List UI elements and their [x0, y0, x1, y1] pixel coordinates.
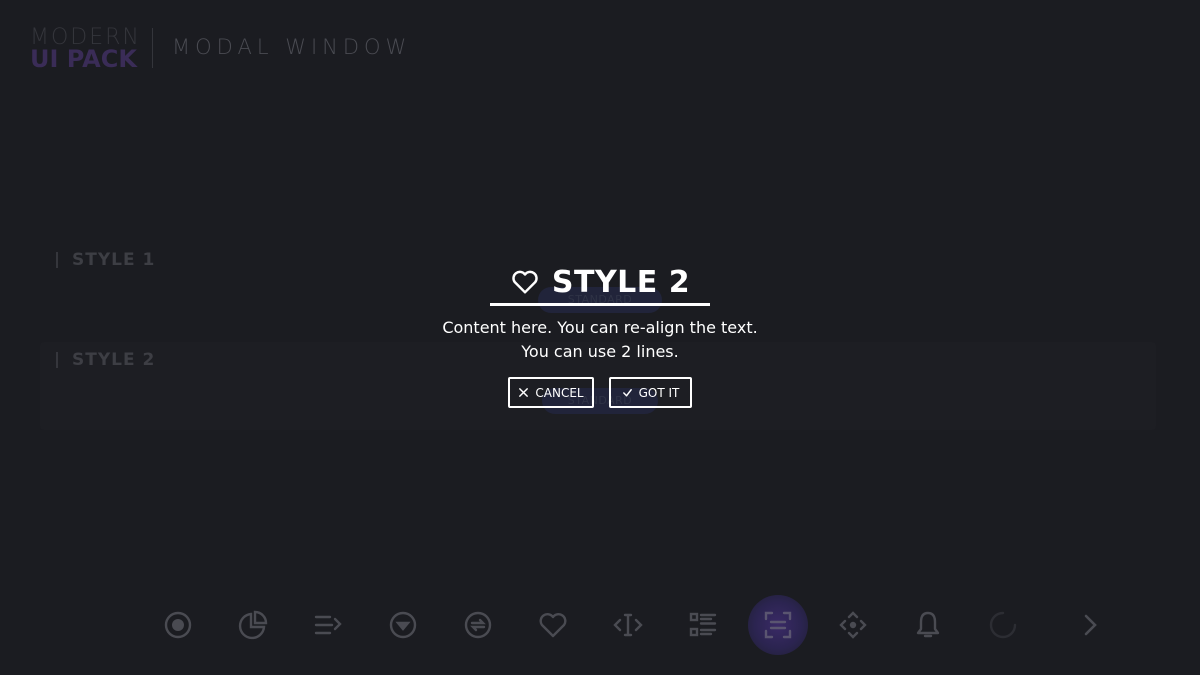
modal-window-icon[interactable] — [748, 595, 808, 655]
modal-actions: CANCEL GOT IT — [508, 377, 692, 408]
menu-arrow-icon[interactable] — [298, 595, 358, 655]
text-cursor-icon[interactable] — [598, 595, 658, 655]
header-divider — [152, 28, 153, 68]
heart-icon — [512, 270, 538, 294]
modal-content-line-1: Content here. You can re-align the text. — [442, 318, 758, 337]
dropdown-icon[interactable] — [373, 595, 433, 655]
switch-icon[interactable] — [448, 595, 508, 655]
spinner-icon[interactable] — [973, 595, 1033, 655]
heart-icon[interactable] — [523, 595, 583, 655]
brand-logo: MODERN UI PACK — [30, 26, 160, 73]
modal-title-underline — [490, 303, 710, 306]
close-icon — [519, 388, 529, 397]
pie-chart-icon[interactable] — [223, 595, 283, 655]
bell-icon[interactable] — [898, 595, 958, 655]
check-icon — [622, 389, 632, 397]
modal-title: STYLE 2 — [551, 264, 691, 300]
modal-content-line-2: You can use 2 lines. — [521, 342, 679, 361]
page-title: MODAL WINDOW — [172, 35, 412, 59]
list-icon[interactable] — [673, 595, 733, 655]
modal-window: STYLE 2 Content here. You can re-align t… — [420, 258, 780, 418]
bottom-icon-bar — [140, 595, 1130, 655]
cancel-button[interactable]: CANCEL — [508, 377, 594, 408]
move-icon[interactable] — [823, 595, 883, 655]
modal-content: Content here. You can re-align the text.… — [420, 316, 780, 364]
got-it-button-label: GOT IT — [638, 385, 680, 400]
chevron-right-icon[interactable] — [1060, 595, 1120, 655]
radio-button-icon[interactable] — [148, 595, 208, 655]
section-label-style-2: STYLE 2 — [56, 352, 155, 369]
modal-header: STYLE 2 — [490, 262, 710, 302]
cancel-button-label: CANCEL — [535, 385, 584, 400]
section-label-style-1: STYLE 1 — [56, 252, 155, 269]
brand-bottom-text: UI PACK — [30, 45, 137, 73]
got-it-button[interactable]: GOT IT — [609, 377, 692, 408]
